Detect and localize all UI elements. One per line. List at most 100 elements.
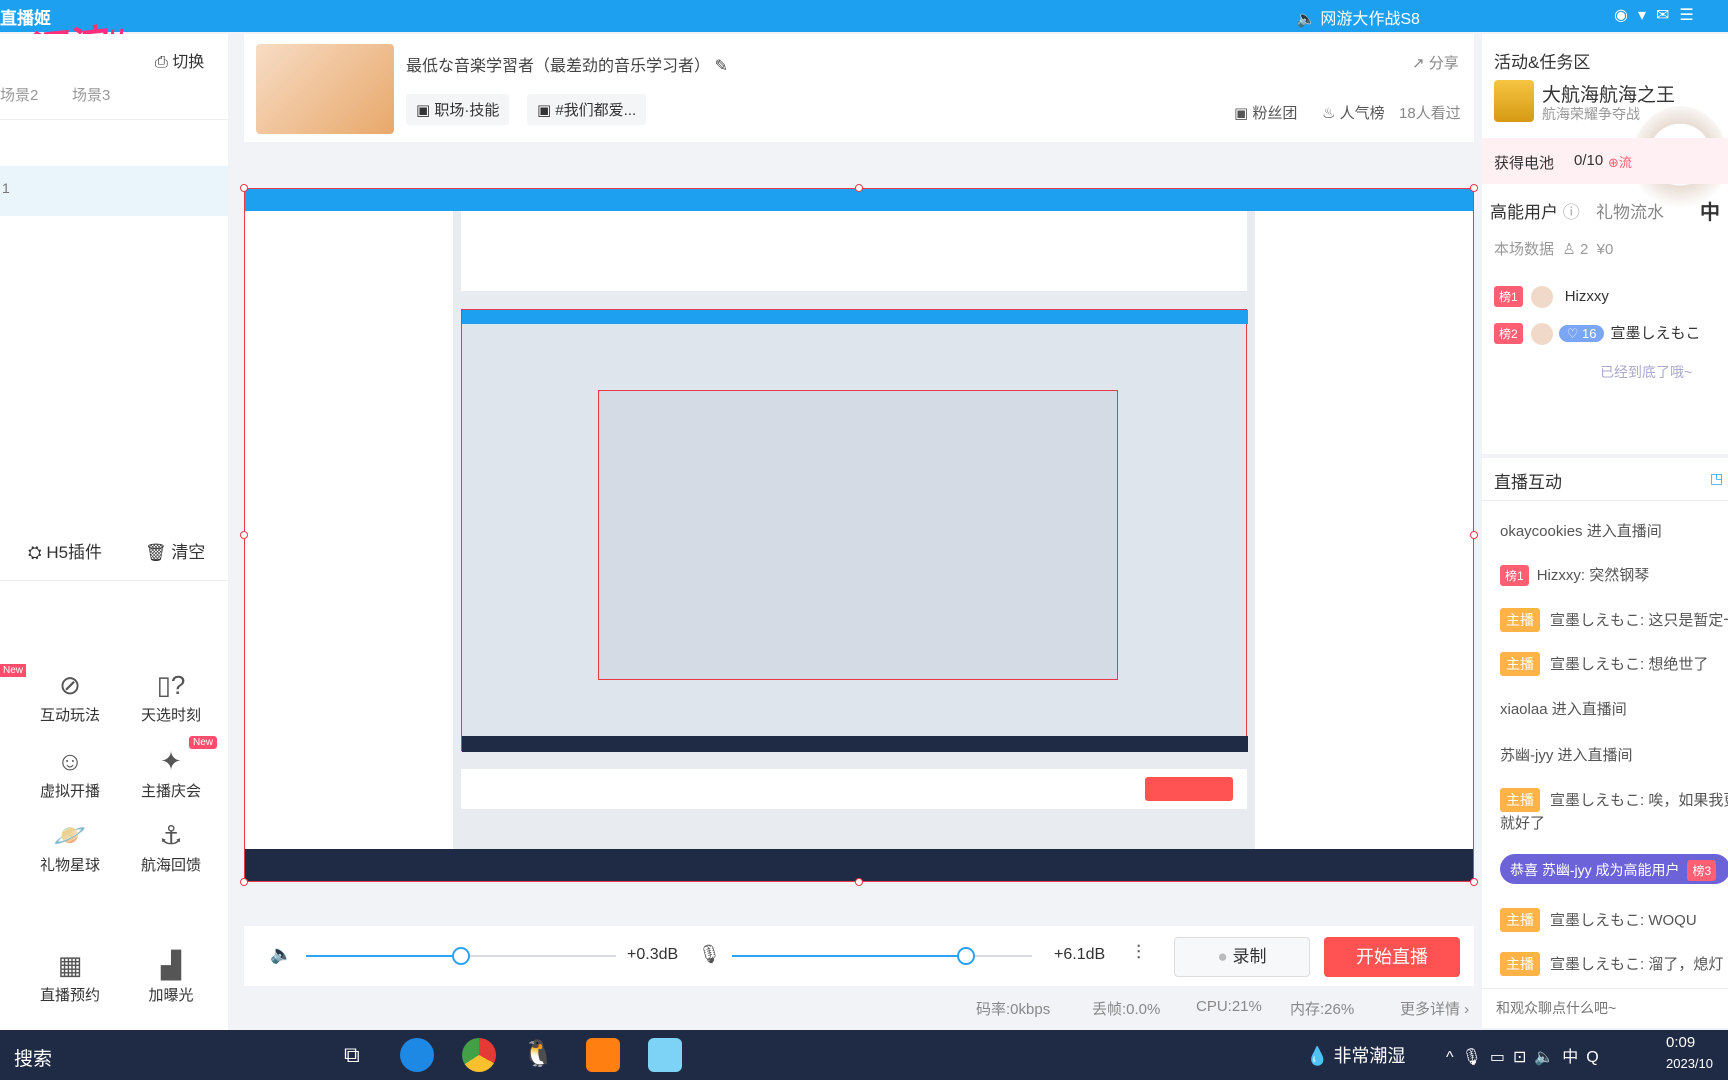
chat-message: okaycookies 进入直播间	[1500, 523, 1662, 540]
tool-lottery[interactable]: ▯? 天选时刻	[121, 670, 221, 725]
activity-title: 活动&任务区	[1494, 53, 1591, 72]
left-panel: ⎙ 切换 场景2 场景3 1 ⛭ H5插件 🗑 清空 ⊘ 互动玩法 New ▯? 天…	[0, 34, 228, 1034]
chat-panel: 直播互动 ◳ okaycookies 进入直播间 榜1 Hizxxy: 突然钢琴 …	[1482, 458, 1728, 1028]
event-title[interactable]: 大航海航海之王	[1542, 80, 1675, 107]
record-button[interactable]: ● 录制	[1174, 937, 1310, 977]
room-cover[interactable]	[256, 44, 394, 134]
resize-handle[interactable]	[855, 184, 863, 192]
divider	[1482, 500, 1728, 501]
h5-plugin-button[interactable]: ⛭ H5插件	[28, 538, 102, 563]
preview-canvas[interactable]	[244, 188, 1474, 882]
clock-date[interactable]: 2023/10	[1666, 1056, 1713, 1071]
chat-settings-icon[interactable]: ◳	[1710, 470, 1723, 487]
chat-message: 就好了	[1500, 815, 1546, 832]
os-taskbar: 搜索 ⧉ 🐧 💧 非常潮湿 ^🎙▭⊡🔈中Q 0:09 2023/10	[0, 1030, 1728, 1080]
divider	[0, 580, 228, 581]
weather-widget[interactable]: 💧 非常潮湿	[1306, 1042, 1405, 1068]
planet-icon: 🪐	[53, 820, 87, 850]
volume-icon[interactable]: 🔈	[270, 944, 292, 965]
avatar	[1530, 323, 1553, 346]
menu-icon[interactable]: ☰	[1679, 7, 1703, 24]
tool-interactive[interactable]: ⊘ 互动玩法	[20, 670, 120, 725]
tab-scene2[interactable]: 场景2	[0, 84, 38, 105]
tool-exposure[interactable]: ▟ 加曝光	[121, 950, 221, 1005]
chat-message: 主播 宣墨しえもこ: 想绝世了	[1500, 652, 1708, 676]
clear-button[interactable]: 🗑 清空	[145, 538, 205, 563]
tool-voyage[interactable]: ⚓ 航海回馈	[121, 820, 221, 875]
category-icon: ▣	[416, 102, 435, 119]
window-controls[interactable]: ◉▾✉☰	[1614, 5, 1704, 25]
viewer-count: 18人看过	[1399, 105, 1461, 122]
help-icon[interactable]: ⓘ	[1563, 203, 1580, 222]
chart-icon: ▟	[161, 950, 181, 980]
resize-handle[interactable]	[240, 878, 248, 886]
user-row[interactable]: 榜1 Hizxxy	[1494, 286, 1609, 309]
virtual-icon: ☺	[56, 746, 84, 776]
memory-usage: 内存:26%	[1290, 1001, 1355, 1018]
resize-handle[interactable]	[240, 531, 248, 539]
chat-message: 榜1 Hizxxy: 突然钢琴	[1500, 564, 1649, 586]
avatar	[1530, 286, 1553, 309]
room-title[interactable]: 最低な音楽学習者（最差劲的音乐学习者） ✎	[406, 52, 728, 76]
fl-studio-icon[interactable]	[586, 1038, 620, 1072]
tool-virtual[interactable]: ☺ 虚拟开播	[20, 746, 120, 801]
share-button[interactable]: ↗ 分享	[1412, 52, 1459, 73]
taskbar-search[interactable]: 搜索	[14, 1044, 52, 1071]
calendar-icon: ▦	[57, 950, 83, 980]
resize-handle[interactable]	[240, 184, 248, 192]
desktop-volume-knob[interactable]	[452, 947, 470, 965]
tag-icon: ▣	[537, 102, 556, 119]
edit-icon[interactable]: ✎	[714, 58, 727, 75]
tool-gift-planet[interactable]: 🪐 礼物星球	[20, 820, 120, 875]
event-subtitle: 航海荣耀争夺战	[1542, 106, 1640, 122]
edge-icon[interactable]	[400, 1038, 434, 1072]
qq-icon[interactable]: 🐧	[522, 1038, 554, 1069]
task-view-icon[interactable]: ⧉	[344, 1042, 360, 1068]
clock-time[interactable]: 0:09	[1666, 1034, 1695, 1051]
source-item[interactable]: 1	[0, 166, 228, 216]
promo-banner[interactable]: 🔈 网游大作战S8	[1296, 5, 1420, 29]
tab-gift-flow[interactable]: 礼物流水	[1596, 198, 1664, 223]
mail-icon[interactable]: ✉	[1656, 7, 1679, 24]
nested-right-panel	[1255, 211, 1473, 863]
start-live-button[interactable]: 开始直播	[1324, 937, 1460, 977]
switch-button[interactable]: ⎙ 切换	[155, 48, 204, 72]
chat-input[interactable]	[1482, 988, 1728, 1026]
tool-reservation[interactable]: ▦ 直播预约	[20, 950, 120, 1005]
chat-message: 主播 宣墨しえもこ: 溜了，熄灯	[1500, 952, 1723, 976]
avatar[interactable]: ◉▾	[1614, 7, 1656, 24]
mic-volume-knob[interactable]	[957, 947, 975, 965]
chat-message: xiaolaa 进入直播间	[1500, 701, 1627, 718]
resize-handle[interactable]	[1470, 878, 1478, 886]
resize-handle[interactable]	[1470, 531, 1478, 539]
tool-celebration[interactable]: New ✦ 主播庆会	[121, 736, 221, 801]
session-stats: 本场数据 ♙ 2 ¥0	[1494, 241, 1614, 258]
tag-chip[interactable]: ▣ #我们都爱...	[527, 94, 647, 125]
mixer-icon[interactable]: ⫶	[1136, 942, 1141, 965]
room-header: 最低な音楽学習者（最差劲的音乐学习者） ✎ ▣ 职场·技能 ▣ #我们都爱...…	[244, 34, 1474, 142]
title-bar: 直播姬 🔈 网游大作战S8 ◉▾✉☰	[0, 0, 1728, 32]
resize-handle[interactable]	[1470, 184, 1478, 192]
celebration-icon: ✦	[160, 746, 182, 776]
category-chip[interactable]: ▣ 职场·技能	[406, 94, 510, 125]
live-app-icon[interactable]	[648, 1038, 682, 1072]
plugin-icon: ⛭	[28, 543, 47, 562]
nested-left-panel	[245, 211, 453, 863]
chrome-icon[interactable]	[462, 1038, 496, 1072]
new-badge: New	[188, 736, 217, 749]
tab-scene3[interactable]: 场景3	[72, 84, 110, 105]
popular-button[interactable]: ♨ 人气榜	[1322, 102, 1385, 123]
chat-message: 苏幽-jyy 进入直播间	[1500, 747, 1633, 764]
mic-volume-slider[interactable]	[732, 955, 1032, 957]
user-row[interactable]: 榜2 ♡ 16 宣墨しえもこ	[1494, 322, 1700, 346]
bitrate: 码率:0kbps	[976, 1001, 1051, 1018]
tab-high-energy-users[interactable]: 高能用户 ⓘ	[1490, 198, 1580, 223]
battery-row: 获得电池 0/10 ⊕流	[1482, 138, 1728, 184]
dropped-frames: 丢帧:0.0%	[1092, 1001, 1161, 1018]
system-tray[interactable]: ^🎙▭⊡🔈中Q	[1446, 1043, 1607, 1067]
fire-icon: ♨	[1322, 105, 1340, 122]
more-details-link[interactable]: 更多详情 ›	[1400, 998, 1469, 1019]
fans-button[interactable]: ▣ 粉丝团	[1234, 102, 1297, 123]
mic-mute-icon[interactable]: 🎙	[698, 944, 721, 965]
resize-handle[interactable]	[855, 878, 863, 886]
